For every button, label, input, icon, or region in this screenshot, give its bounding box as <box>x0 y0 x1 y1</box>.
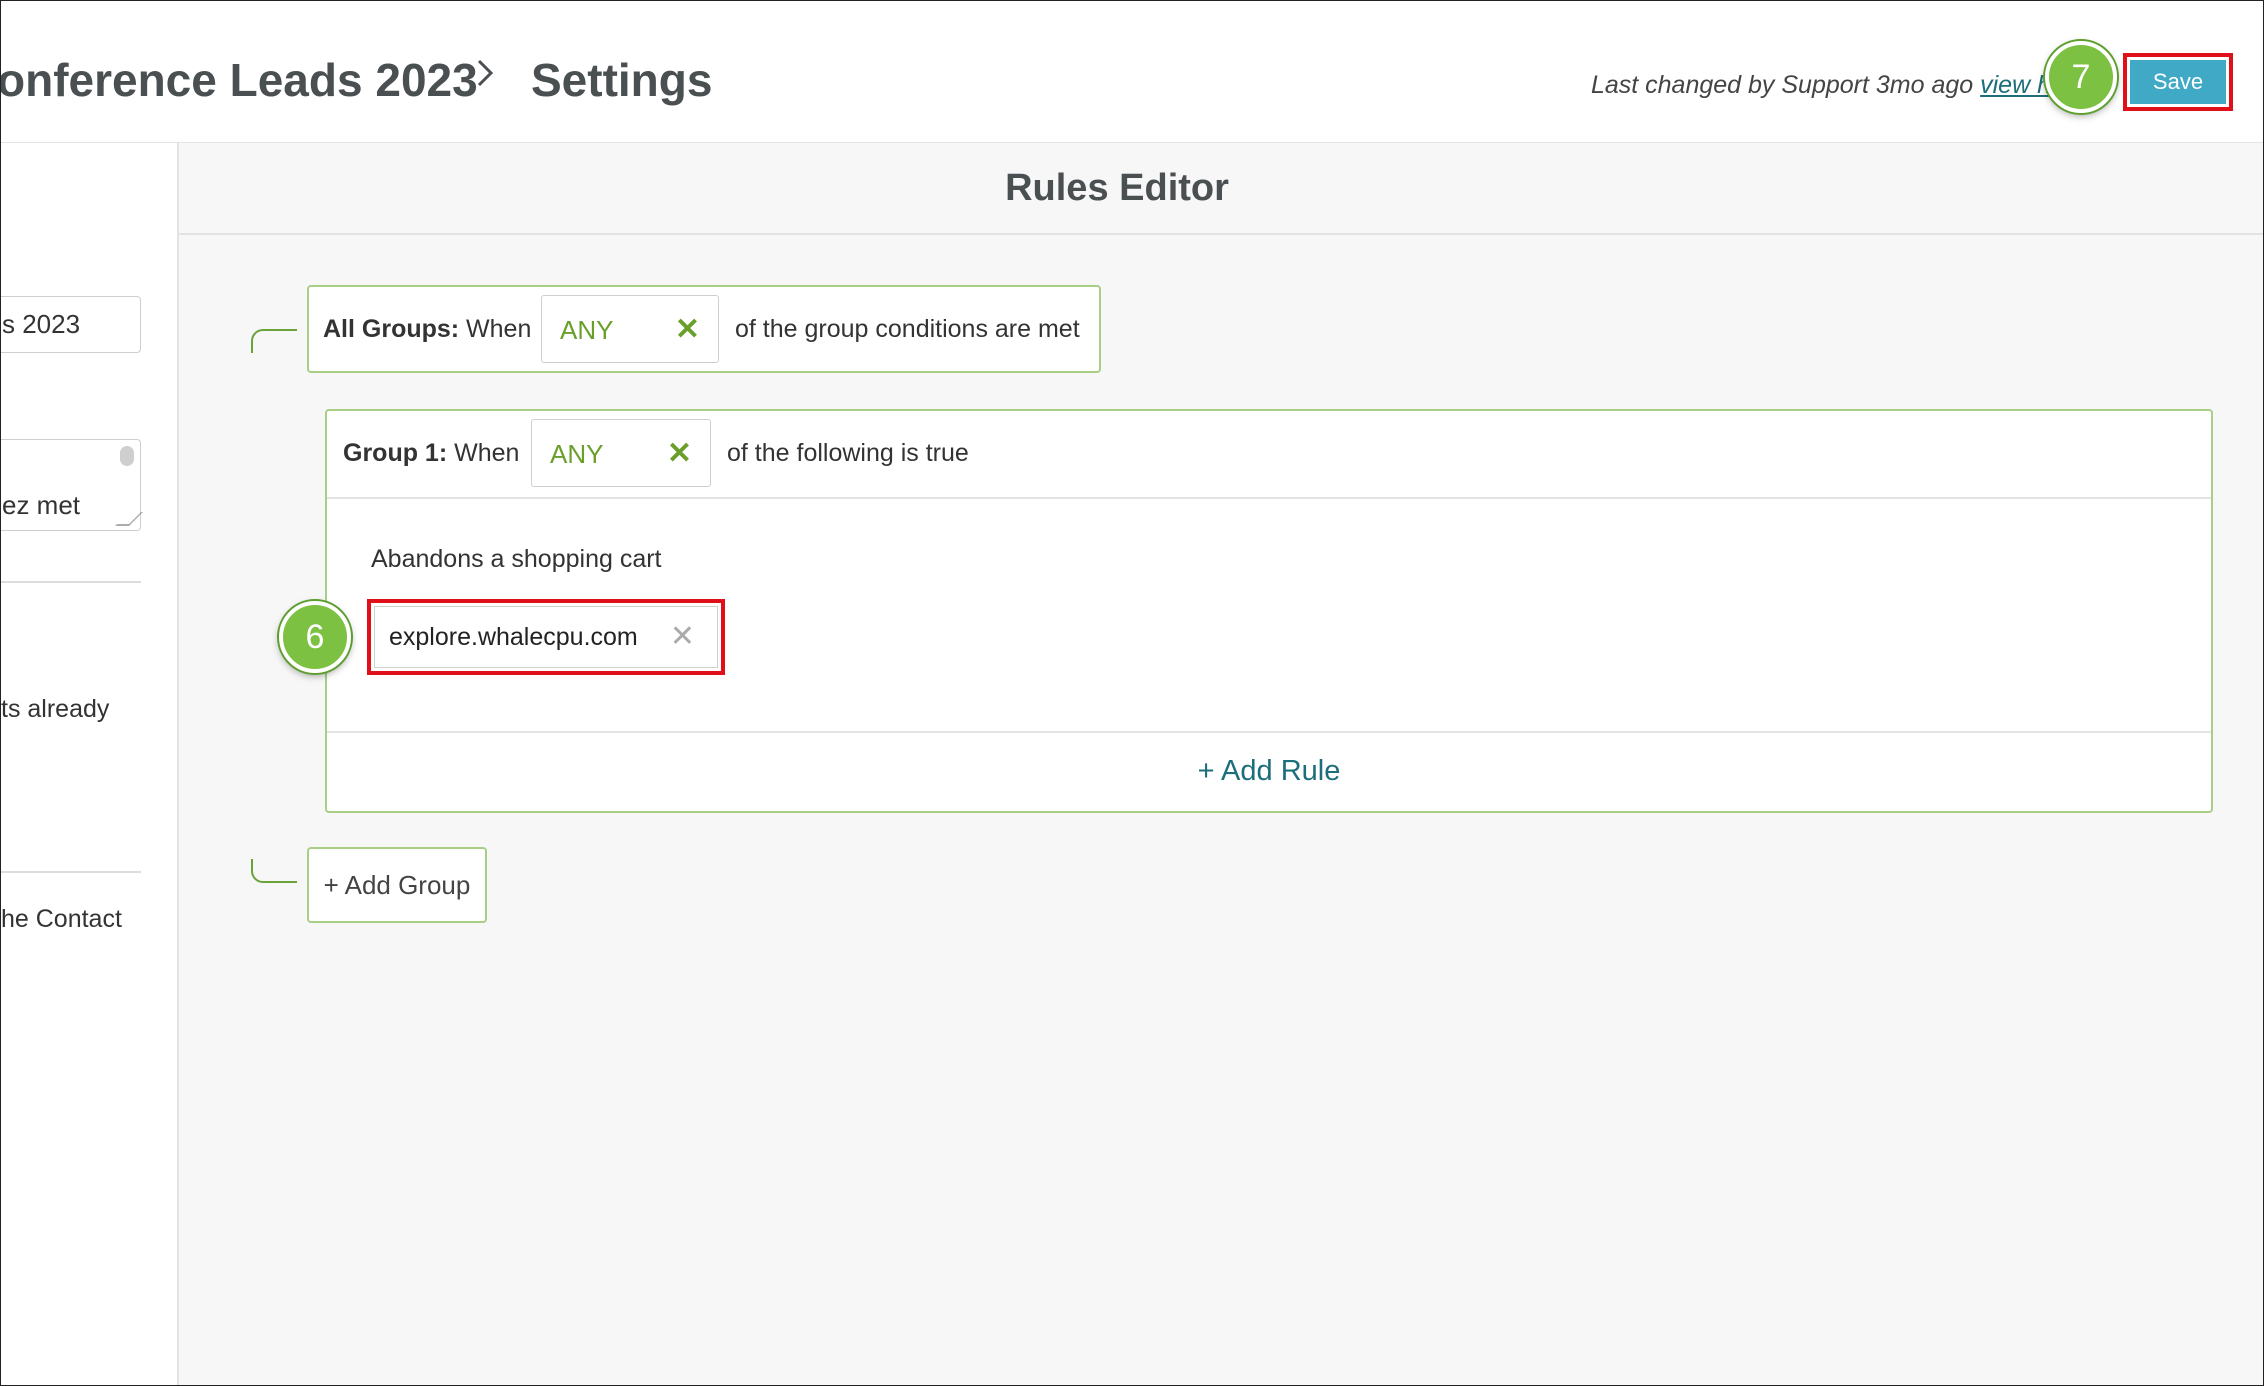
save-button[interactable]: Save <box>2130 60 2226 104</box>
group-1-label: Group 1: When <box>343 439 520 467</box>
group-1-suffix: of the following is true <box>727 439 969 467</box>
view-history-link[interactable]: view h <box>1980 71 2051 99</box>
rule-value-text: explore.whalecpu.com <box>389 623 638 651</box>
page-header: onference Leads 2023 Settings Last chang… <box>1 1 2263 144</box>
all-groups-condition: All Groups: When ANY ✕ of the group cond… <box>307 285 1101 373</box>
divider <box>1 871 141 873</box>
last-changed-text: Last changed by Support 3mo ago <box>1590 71 1981 99</box>
all-groups-match-select[interactable]: ANY ✕ <box>541 295 719 363</box>
match-select-value: ANY <box>550 439 604 469</box>
group-1-match-select[interactable]: ANY ✕ <box>531 419 711 487</box>
save-highlight: Save <box>2123 53 2233 111</box>
settings-sidebar: s 2023 ez met ts already he Contact <box>1 143 179 1385</box>
all-groups-suffix: of the group conditions are met <box>735 315 1080 343</box>
resize-handle-icon[interactable] <box>115 512 143 526</box>
name-field[interactable]: s 2023 <box>1 296 141 353</box>
scrollbar-thumb[interactable] <box>120 446 134 466</box>
all-groups-label: All Groups: When <box>323 315 532 343</box>
description-text: ez met <box>2 490 81 520</box>
add-rule-button[interactable]: + Add Rule <box>327 755 2211 788</box>
divider <box>1 581 141 583</box>
rule-value-highlight: explore.whalecpu.com ✕ <box>367 599 725 675</box>
group-1-header: Group 1: When ANY ✕ of the following is … <box>327 411 2211 499</box>
group-1-footer: + Add Rule <box>327 731 2211 811</box>
tree-connector <box>251 859 297 883</box>
sidebar-text-1: ts already <box>1 695 110 723</box>
chevron-right-icon <box>477 59 494 87</box>
breadcrumb-parent[interactable]: onference Leads 2023 <box>1 53 478 107</box>
description-field[interactable]: ez met <box>1 439 143 531</box>
remove-value-icon[interactable]: ✕ <box>670 619 695 654</box>
rules-editor-panel: Rules Editor All Groups: When ANY ✕ of t… <box>179 143 2263 1385</box>
add-group-button[interactable]: + Add Group <box>307 847 487 923</box>
clear-icon[interactable]: ✕ <box>667 436 692 471</box>
rule-label: Abandons a shopping cart <box>371 545 662 573</box>
app-window: onference Leads 2023 Settings Last chang… <box>0 0 2264 1386</box>
sidebar-text-2: he Contact <box>1 905 122 933</box>
last-changed-info: Last changed by Support 3mo ago view h <box>1591 71 2051 100</box>
rules-editor-title: Rules Editor <box>1005 167 1229 209</box>
step-badge-6: 6 <box>279 601 351 673</box>
step-badge-7: 7 <box>2045 41 2117 113</box>
clear-icon[interactable]: ✕ <box>675 312 700 347</box>
match-select-value: ANY <box>560 315 614 345</box>
rules-editor-header: Rules Editor <box>179 143 2263 235</box>
rule-value-field[interactable]: explore.whalecpu.com ✕ <box>374 606 718 668</box>
page-title: Settings <box>531 54 713 106</box>
tree-connector <box>251 329 297 353</box>
